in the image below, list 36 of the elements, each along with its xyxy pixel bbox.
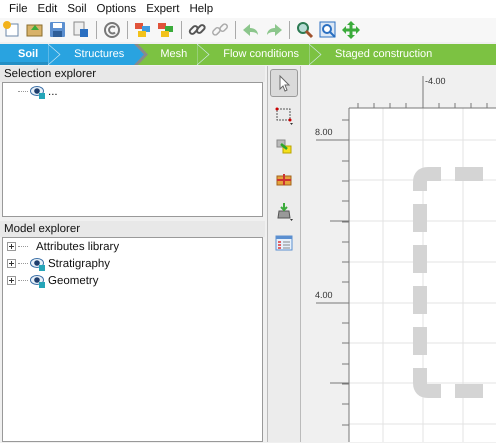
selection-rectangle-icon <box>274 105 294 125</box>
chevron-divider <box>309 44 324 65</box>
chevron-divider <box>48 44 62 65</box>
ruler-label: -4.00 <box>425 76 446 86</box>
expand-icon[interactable] <box>7 276 16 285</box>
tree-item[interactable]: ... <box>48 86 58 98</box>
menu-item[interactable]: Expert <box>141 0 184 18</box>
tree-item[interactable]: Stratigraphy <box>48 258 110 270</box>
document-icon[interactable] <box>71 20 91 40</box>
eye-icon[interactable] <box>30 256 46 270</box>
ruler-label: 8.00 <box>315 127 333 137</box>
tool-button[interactable] <box>270 69 298 97</box>
chevron-divider <box>197 44 212 65</box>
menu-item[interactable]: File <box>4 0 33 18</box>
tree-item[interactable]: Attributes library <box>36 240 120 252</box>
tree-item[interactable]: Geometry <box>48 274 98 286</box>
menu-item[interactable]: Edit <box>32 0 62 18</box>
zoom-icon[interactable] <box>295 20 315 40</box>
table-window-icon <box>274 233 294 253</box>
zoom-window-icon[interactable] <box>318 20 338 40</box>
layers-icon[interactable] <box>156 20 176 40</box>
menu-item[interactable]: Options <box>92 0 142 18</box>
panel-title: Model explorer <box>0 221 266 237</box>
panel-title: Selection explorer <box>0 66 266 82</box>
chevron-divider <box>134 44 148 65</box>
eye-icon[interactable] <box>30 84 46 98</box>
expand-icon[interactable] <box>7 242 16 251</box>
ruler-label: 4.00 <box>315 290 333 300</box>
eye-icon[interactable] <box>30 274 46 288</box>
menu-item[interactable]: Help <box>184 0 218 18</box>
move-icon[interactable] <box>341 20 361 40</box>
save-icon[interactable] <box>48 20 68 40</box>
expand-icon[interactable] <box>7 259 16 268</box>
copyright-icon[interactable] <box>102 20 122 40</box>
menu-item[interactable]: Soil <box>62 0 92 18</box>
layers-icon[interactable] <box>133 20 153 40</box>
